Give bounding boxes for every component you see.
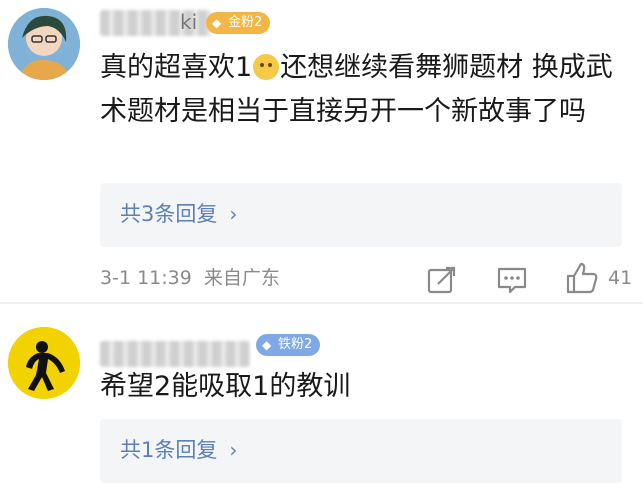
badge-label: 金粉2 xyxy=(228,15,263,30)
gem-icon: ◆ xyxy=(212,16,222,30)
comment-text-part: 真的超喜欢1 xyxy=(100,52,253,83)
chevron-right-icon: › xyxy=(229,202,238,226)
crying-face-icon xyxy=(253,54,280,80)
like-count: 41 xyxy=(608,267,633,289)
comment-text: 希望2能吸取1的教训 xyxy=(100,371,351,402)
anime-avatar-icon xyxy=(8,8,80,80)
reply-box: 共1条回复 › xyxy=(100,419,622,483)
comment-item: ◆ 铁粉2 希望2能吸取1的教训 共1条回复 › xyxy=(0,303,643,503)
comment-list: ki ◆ 金粉2 真的超喜欢1 还想继续看舞狮题材 换成武术题材是相当于直接另开一… xyxy=(0,0,643,503)
badge-label: 铁粉2 xyxy=(278,337,313,352)
username-blurred[interactable] xyxy=(100,341,250,367)
gem-icon: ◆ xyxy=(262,338,272,352)
share-icon[interactable] xyxy=(424,262,460,298)
like-icon[interactable] xyxy=(564,260,600,296)
comment-text: 真的超喜欢1 还想继续看舞狮题材 换成武术题材是相当于直接另开一个新故事了吗 xyxy=(100,46,630,134)
avatar[interactable] xyxy=(8,327,80,399)
view-replies-link[interactable]: 共3条回复 › xyxy=(120,199,237,229)
reply-link-label: 共3条回复 xyxy=(120,202,218,226)
view-replies-link[interactable]: 共1条回复 › xyxy=(120,435,237,465)
chevron-right-icon: › xyxy=(229,438,238,462)
fan-badge[interactable]: ◆ 铁粉2 xyxy=(256,334,321,356)
comment-item: ki ◆ 金粉2 真的超喜欢1 还想继续看舞狮题材 换成武术题材是相当于直接另开一… xyxy=(0,0,643,304)
location: 来自广东 xyxy=(203,267,280,289)
reply-link-label: 共1条回复 xyxy=(120,438,218,462)
comment-icon[interactable] xyxy=(494,262,530,298)
timestamp: 3-1 11:39 xyxy=(100,267,192,289)
comment-meta: 3-1 11:39 来自广东 xyxy=(100,264,280,292)
silhouette-avatar-icon xyxy=(8,327,80,399)
avatar[interactable] xyxy=(8,8,80,80)
username-tail[interactable]: ki xyxy=(180,10,197,34)
reply-box: 共3条回复 › xyxy=(100,183,622,247)
fan-badge[interactable]: ◆ 金粉2 xyxy=(206,12,271,34)
